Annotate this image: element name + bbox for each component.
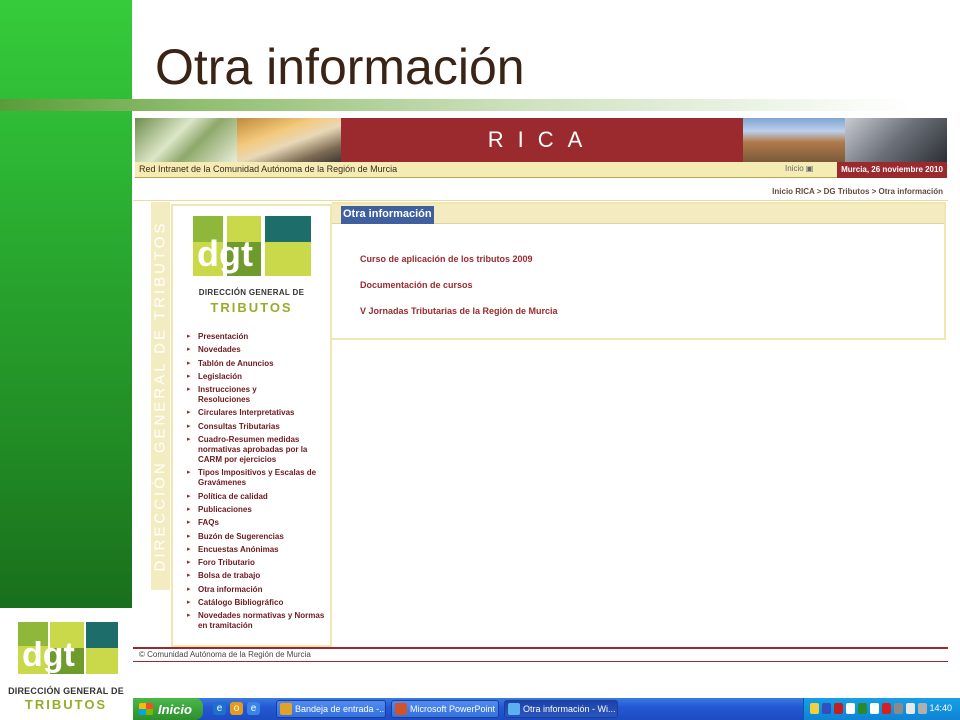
footer-copyright: © Comunidad Autónoma de la Región de Mur… <box>139 650 311 659</box>
nav-item[interactable]: Encuestas Anónimas <box>187 545 327 555</box>
divider <box>133 200 948 201</box>
svg-text:dgt: dgt <box>22 636 75 674</box>
content-panel: Otra información Curso de aplicación de … <box>332 202 946 340</box>
logo-caption: DIRECCIÓN GENERAL DE <box>198 288 305 297</box>
dgt-logo-icon: dgt <box>193 216 311 276</box>
content-header: Otra información <box>332 204 944 224</box>
corner-logo-brand: TRIBUTOS <box>24 697 108 712</box>
link-jornadas-tributarias[interactable]: V Jornadas Tributarias de la Región de M… <box>360 306 558 316</box>
nav-item[interactable]: Novedades <box>187 345 327 355</box>
date-label: Murcia, 26 noviembre 2010 <box>837 162 947 178</box>
browser-page: RICA Red Intranet de la Comunidad Autóno… <box>133 114 960 698</box>
footer-divider <box>133 647 948 649</box>
tray-icon[interactable] <box>822 703 831 714</box>
side-band-text: DIRECCIÓN GENERAL DE TRIBUTOS <box>151 220 169 572</box>
task-browser[interactable]: Otra información - Wi... <box>504 700 618 718</box>
divider <box>330 340 332 648</box>
nav-item[interactable]: Legislación <box>187 372 327 382</box>
clock: 14:40 <box>929 703 952 713</box>
nav-item[interactable]: Buzón de Sugerencias <box>187 532 327 542</box>
nav-item[interactable]: Otra información <box>187 585 327 595</box>
nav-list: Presentación Novedades Tablón de Anuncios L… <box>187 332 327 635</box>
inicio-link[interactable]: Inicio ▣ <box>785 164 813 173</box>
windows-logo-icon <box>139 703 153 715</box>
nav-item[interactable]: Política de calidad <box>187 492 327 502</box>
puzzle-photo <box>135 118 237 162</box>
nav-item[interactable]: Presentación <box>187 332 327 342</box>
home-icon: ▣ <box>805 164 814 173</box>
powerpoint-icon <box>395 703 407 715</box>
intranet-label: Red Intranet de la Comunidad Autónoma de… <box>139 164 398 174</box>
nav-item[interactable]: Instrucciones y Resoluciones <box>187 385 327 405</box>
building-photo <box>743 118 845 162</box>
dgt-corner-logo: dgt DIRECCIÓN GENERAL DE TRIBUTOS <box>0 608 132 720</box>
side-band: DIRECCIÓN GENERAL DE TRIBUTOS <box>151 202 170 590</box>
desktop-icon[interactable]: e <box>247 702 260 715</box>
logo-brand: TRIBUTOS <box>210 300 293 315</box>
start-button[interactable]: Inicio <box>133 698 203 720</box>
breadcrumb[interactable]: Inicio RICA > DG Tributos > Otra informa… <box>133 187 943 196</box>
green-side-band <box>0 0 132 608</box>
task-inbox[interactable]: Bandeja de entrada -... <box>276 700 386 718</box>
mail-icon <box>280 703 292 715</box>
volume-icon[interactable] <box>846 703 855 714</box>
nav-item[interactable]: Foro Tributario <box>187 558 327 568</box>
dgt-logo-icon: dgt <box>18 622 118 674</box>
svg-text:dgt: dgt <box>197 233 253 274</box>
nav-item[interactable]: FAQs <box>187 518 327 528</box>
rica-brand-text: RICA <box>487 127 597 152</box>
taskbar: Inicio e o e Bandeja de entrada -... Mic… <box>133 698 960 720</box>
nav-item[interactable]: Circulares Interpretativas <box>187 408 327 418</box>
rica-banner: RICA <box>135 118 947 162</box>
nav-item[interactable]: Tipos Impositivos y Escalas de Gravámene… <box>187 468 327 488</box>
nav-item[interactable]: Consultas Tributarias <box>187 422 327 432</box>
slide-title: Otra información <box>155 39 525 95</box>
intranet-bar: Red Intranet de la Comunidad Autónoma de… <box>135 162 947 178</box>
tray-icon[interactable] <box>906 703 915 714</box>
mouse-photo <box>845 118 947 162</box>
corner-logo-caption: DIRECCIÓN GENERAL DE <box>8 686 124 696</box>
task-powerpoint[interactable]: Microsoft PowerPoint ... <box>391 700 499 718</box>
nav-item[interactable]: Tablón de Anuncios <box>187 359 327 369</box>
tray-icon[interactable] <box>918 703 927 714</box>
tray-icon[interactable] <box>810 703 819 714</box>
nav-item[interactable]: Cuadro-Resumen medidas normativas aproba… <box>187 435 327 465</box>
internet-explorer-icon[interactable]: e <box>213 702 226 715</box>
rica-logo[interactable]: RICA <box>341 118 743 162</box>
content-title: Otra información <box>341 206 434 224</box>
tray-icon[interactable] <box>834 703 843 714</box>
nav-sidebar: dgt DIRECCIÓN GENERAL DE TRIBUTOS Presen… <box>171 204 332 647</box>
link-curso-aplicacion[interactable]: Curso de aplicación de los tributos 2009 <box>360 254 533 264</box>
pen-photo <box>237 118 341 162</box>
nav-item[interactable]: Novedades normativas y Normas en tramita… <box>187 611 327 631</box>
title-divider <box>0 99 960 111</box>
network-icon[interactable] <box>870 703 879 714</box>
nav-item[interactable]: Bolsa de trabajo <box>187 571 327 581</box>
tray-icon[interactable] <box>894 703 903 714</box>
tray-icon[interactable] <box>858 703 867 714</box>
internet-explorer-icon <box>508 703 520 715</box>
footer-divider <box>133 661 948 662</box>
outlook-icon[interactable]: o <box>230 702 243 715</box>
nav-item[interactable]: Catálogo Bibliográfico <box>187 598 327 608</box>
system-tray: 14:40 <box>803 698 960 720</box>
tray-icon[interactable] <box>882 703 891 714</box>
slide: Otra información dgt DIRECCIÓN GENERAL D… <box>0 0 960 720</box>
nav-item[interactable]: Publicaciones <box>187 505 327 515</box>
link-documentacion-cursos[interactable]: Documentación de cursos <box>360 280 473 290</box>
